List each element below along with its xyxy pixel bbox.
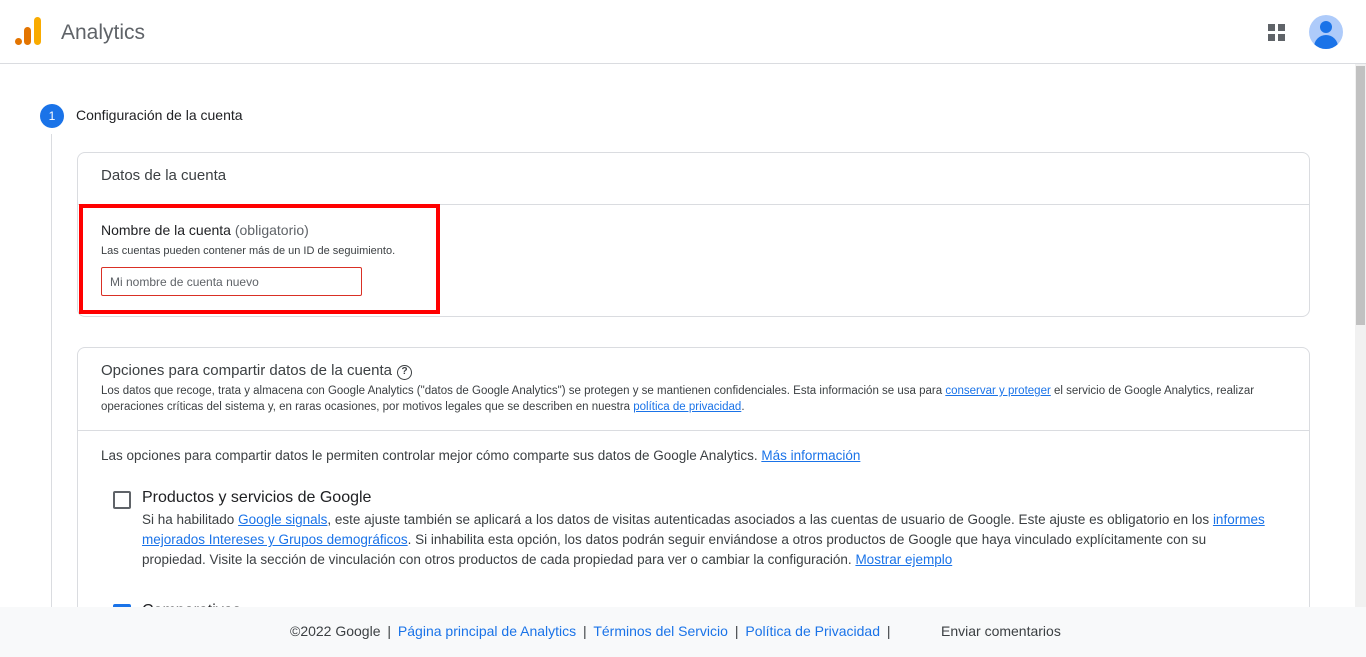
- google-products-title: Productos y servicios de Google: [142, 489, 372, 506]
- send-feedback-button[interactable]: Enviar comentarios: [941, 623, 1061, 639]
- step-number-badge: 1: [40, 104, 64, 128]
- step-title: Configuración de la cuenta: [76, 107, 243, 123]
- footer-separator: |: [734, 623, 739, 639]
- conservar-proteger-link[interactable]: conservar y proteger: [945, 385, 1050, 397]
- show-example-link[interactable]: Mostrar ejemplo: [855, 552, 952, 567]
- page-footer: ©2022 Google | Página principal de Analy…: [0, 607, 1366, 657]
- app-title: Analytics: [61, 21, 146, 44]
- highlight-annotation-box: [79, 204, 440, 314]
- apps-grid-icon[interactable]: [1268, 24, 1286, 42]
- account-name-input[interactable]: [101, 267, 362, 296]
- more-info-link[interactable]: Más información: [761, 448, 860, 463]
- google-signals-link[interactable]: Google signals: [238, 512, 327, 527]
- footer-links: ©2022 Google | Página principal de Analy…: [290, 623, 894, 639]
- account-avatar-icon[interactable]: [1309, 15, 1343, 49]
- sharing-intro: Las opciones para compartir datos le per…: [101, 448, 860, 463]
- card-title: Opciones para compartir datos de la cuen…: [101, 362, 412, 380]
- desc-text: Los datos que recoge, trata y almacena c…: [101, 385, 946, 397]
- card-header: Datos de la cuenta: [78, 153, 1309, 205]
- data-sharing-card: Opciones para compartir datos de la cuen…: [77, 347, 1310, 647]
- footer-separator: |: [886, 623, 891, 639]
- footer-analytics-home-link[interactable]: Página principal de Analytics: [398, 623, 576, 639]
- google-products-checkbox[interactable]: [113, 491, 131, 509]
- scrollbar-thumb[interactable]: [1356, 66, 1365, 325]
- analytics-logo-icon[interactable]: [15, 17, 43, 47]
- sharing-description: Los datos que recoge, trata y almacena c…: [101, 383, 1261, 415]
- intro-text: Las opciones para compartir datos le per…: [101, 448, 762, 463]
- help-icon[interactable]: ?: [397, 365, 412, 380]
- account-details-card: Datos de la cuenta Nombre de la cuenta (…: [77, 152, 1310, 317]
- card-title-text: Opciones para compartir datos de la cuen…: [101, 362, 392, 379]
- account-name-label-text: Nombre de la cuenta: [101, 222, 231, 238]
- desc-text: Si ha habilitado: [142, 512, 239, 527]
- desc-text: .: [741, 401, 745, 413]
- footer-privacy-link[interactable]: Política de Privacidad: [745, 623, 880, 639]
- account-name-label: Nombre de la cuenta (obligatorio): [101, 222, 309, 238]
- google-products-description: Si ha habilitado Google signals, este aj…: [142, 510, 1272, 570]
- app-header: Analytics: [0, 0, 1366, 64]
- account-name-hint: Las cuentas pueden contener más de un ID…: [101, 245, 396, 257]
- step-connector-line: [51, 134, 52, 607]
- footer-separator: |: [583, 623, 587, 639]
- desc-text: , este ajuste también se aplicará a los …: [327, 512, 1213, 527]
- privacy-policy-link[interactable]: política de privacidad: [633, 401, 741, 413]
- card-header: Opciones para compartir datos de la cuen…: [78, 348, 1309, 431]
- footer-terms-link[interactable]: Términos del Servicio: [593, 623, 728, 639]
- card-title: Datos de la cuenta: [101, 167, 227, 184]
- footer-separator: |: [387, 623, 392, 639]
- footer-copyright: ©2022 Google: [290, 623, 381, 639]
- required-label: (obligatorio): [234, 222, 309, 238]
